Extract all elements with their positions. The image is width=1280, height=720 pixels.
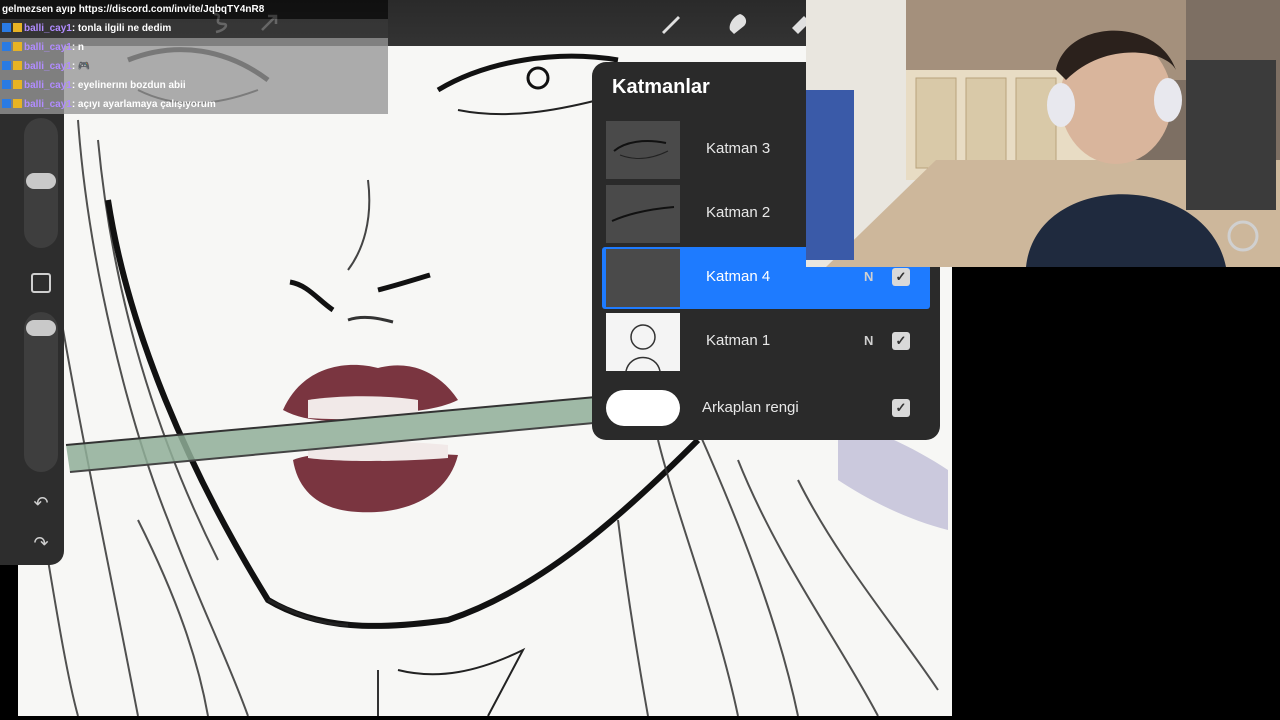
chat-text: : n	[71, 42, 85, 53]
undo-button[interactable]: ↶	[28, 490, 54, 516]
chat-text: : eyelinerını bozdun abii	[71, 80, 186, 91]
layer-name: Katman 1	[706, 332, 771, 349]
brush-size-handle[interactable]	[26, 173, 56, 189]
redo-icon: ↷	[33, 532, 49, 553]
badge-icon	[2, 23, 11, 32]
layer-thumbnail	[606, 121, 680, 179]
layer-row-katman-1[interactable]: Katman 1 N ✓	[602, 311, 930, 373]
webcam-feed	[806, 0, 1280, 267]
chat-username: balli_cay1	[24, 23, 72, 34]
badge-icon	[13, 80, 22, 89]
chat-text: : açıyı ayarlamaya çalışıyorum	[71, 99, 216, 110]
blend-mode-button[interactable]: N	[864, 269, 873, 284]
chat-username: balli_cay1	[24, 99, 72, 110]
chat-message: balli_cay1: eyelinerını bozdun abii	[0, 76, 388, 95]
visibility-checkbox[interactable]: ✓	[892, 399, 910, 417]
chat-username: balli_cay1	[24, 42, 72, 53]
badge-icon	[13, 23, 22, 32]
brush-icon[interactable]	[658, 10, 686, 38]
chat-message: balli_cay1: açıyı ayarlamaya çalışıyorum	[0, 95, 388, 114]
opacity-handle[interactable]	[26, 320, 56, 336]
chat-text: : 🎮	[71, 61, 91, 72]
badge-icon	[13, 99, 22, 108]
badge-icon	[2, 61, 11, 70]
badge-icon	[2, 42, 11, 51]
chat-username: balli_cay1	[24, 80, 72, 91]
opacity-slider[interactable]	[24, 312, 58, 472]
layer-thumbnail	[606, 313, 680, 371]
layer-thumbnail	[606, 185, 680, 243]
smudge-icon[interactable]	[724, 10, 752, 38]
visibility-checkbox[interactable]: ✓	[892, 332, 910, 350]
layer-name: Katman 2	[706, 204, 771, 221]
redo-button[interactable]: ↷	[28, 530, 54, 556]
chat-message: balli_cay1: 🎮	[0, 57, 388, 76]
background-color-swatch[interactable]	[606, 390, 680, 426]
chat-message: balli_cay1: n	[0, 38, 388, 57]
layer-thumbnail	[606, 249, 680, 307]
badge-icon	[13, 61, 22, 70]
layers-title: Katmanlar	[612, 76, 710, 98]
background-color-label: Arkaplan rengi	[702, 399, 799, 416]
blend-mode-button[interactable]: N	[864, 333, 873, 348]
badge-icon	[2, 99, 11, 108]
visibility-checkbox[interactable]: ✓	[892, 268, 910, 286]
background-color-row[interactable]: Arkaplan rengi ✓	[602, 387, 930, 429]
chat-username: balli_cay1	[24, 61, 72, 72]
chat-text: : tonla ilgili ne dedim	[71, 23, 172, 34]
square-icon	[31, 273, 51, 293]
badge-icon	[13, 42, 22, 51]
badge-icon	[2, 80, 11, 89]
chat-message: balli_cay1: tonla ilgili ne dedim	[0, 19, 388, 38]
chat-header: gelmezsen ayıp https://discord.com/invit…	[0, 0, 388, 19]
modify-button[interactable]	[28, 270, 54, 296]
layer-name: Katman 3	[706, 140, 771, 157]
stream-chat: gelmezsen ayıp https://discord.com/invit…	[0, 0, 388, 114]
undo-icon: ↶	[33, 492, 49, 513]
webcam-image	[806, 0, 1280, 267]
layer-name: Katman 4	[706, 268, 771, 285]
